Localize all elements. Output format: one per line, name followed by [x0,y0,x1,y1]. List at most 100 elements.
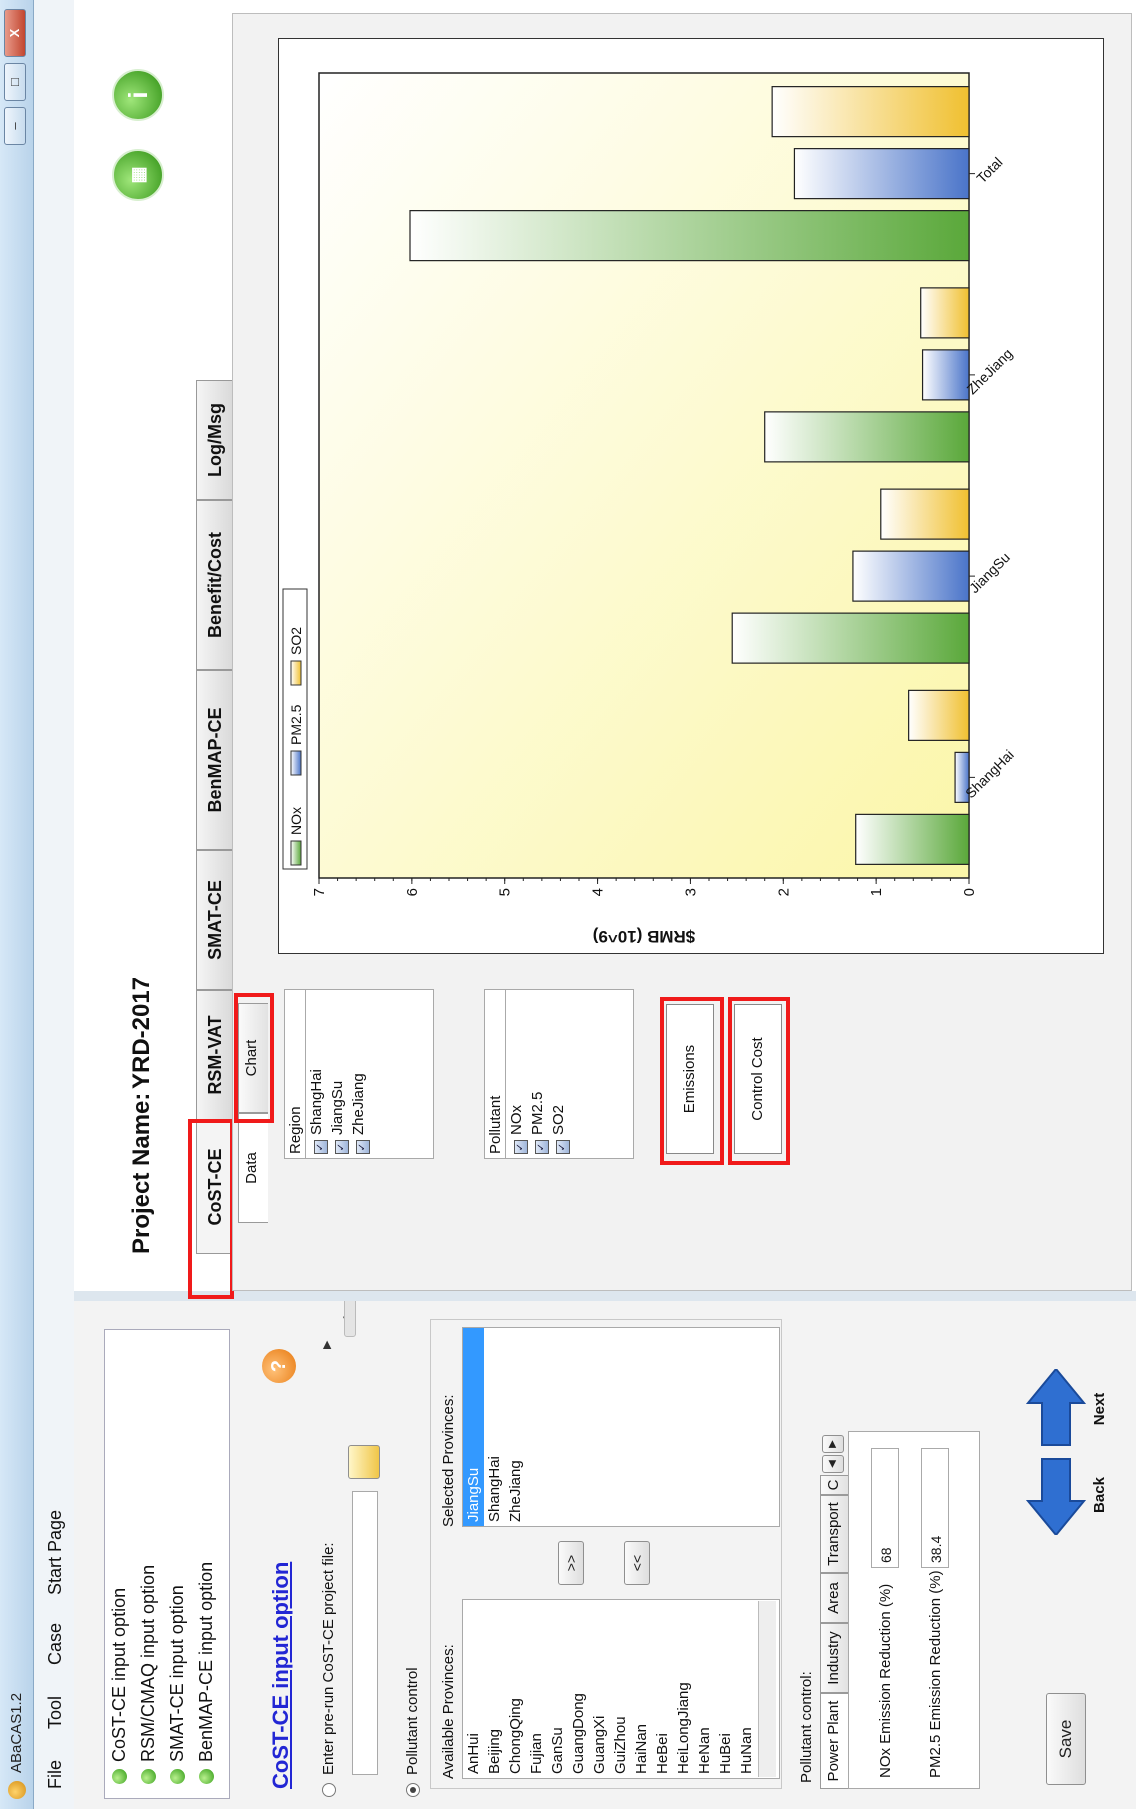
menu-file[interactable]: File [45,1760,66,1789]
next-button[interactable]: Next [1025,1367,1116,1449]
minimize-button[interactable]: – [4,107,26,145]
selected-province-item[interactable]: JiangSu [463,1328,484,1526]
available-province-item[interactable]: Fujian [526,1600,547,1778]
available-province-item[interactable]: GuangDong [568,1600,589,1778]
pollutant-control-radio[interactable] [406,1783,420,1797]
help-icon[interactable]: ? [262,1349,296,1383]
region-item-zhejiang[interactable]: ✓ ZheJiang [348,990,370,1158]
region-label: ZheJiang [350,1073,367,1135]
y-tick-label: 2 [775,888,792,896]
title-bar: ABaCAS1.2 – □ X [0,0,34,1809]
tab-scroll-right-icon[interactable]: ▶ [822,1435,844,1453]
x-tick-label: ZheJiang [963,345,1015,397]
tab-benefit-cost[interactable]: Benefit/Cost [196,500,232,670]
prerun-radio[interactable] [322,1783,336,1797]
tree-item-rsm-cmaq[interactable]: RSM/CMAQ input option [138,1565,159,1784]
next-label: Next [1091,1392,1108,1426]
bar-nox-zhejiang [764,411,970,463]
y-axis-label: $RMB (10^9) [593,927,696,946]
tab-rsm-vat[interactable]: RSM-VAT [196,990,232,1120]
bar-nox-jiangsu [731,612,970,664]
y-tick-label: 7 [311,888,328,896]
checkbox-icon[interactable]: ✓ [535,1140,549,1154]
book-icon[interactable]: ▦ [112,149,164,201]
checkbox-icon[interactable]: ✓ [356,1140,370,1154]
checkbox-icon[interactable]: ✓ [514,1140,528,1154]
section-title[interactable]: CoST-CE input option [268,1562,294,1789]
close-button[interactable]: X [4,9,26,57]
checkbox-icon[interactable]: ✓ [335,1140,349,1154]
checkbox-icon[interactable]: ✓ [314,1140,328,1154]
available-province-item[interactable]: AnHui [463,1600,484,1778]
selected-province-item[interactable]: ZheJiang [505,1328,526,1526]
bar-nox-total [409,210,970,262]
available-province-item[interactable]: GuiZhou [610,1600,631,1778]
available-province-item[interactable]: HaiNan [631,1600,652,1778]
selected-list[interactable]: JiangSu ShangHai ZheJiang [462,1327,780,1527]
pollutant-item-nox[interactable]: ✓ NOx [506,990,528,1158]
menu-case[interactable]: Case [45,1623,66,1665]
add-province-button[interactable]: >> [558,1541,584,1585]
back-button[interactable]: Back [1025,1455,1116,1537]
menu-tool[interactable]: Tool [45,1696,66,1729]
tab-area[interactable]: Area [820,1573,848,1623]
chart-panel: 0 1 2 3 4 5 6 7 $RMB (10^9) ShangHai JiangSu ZheJia… [278,38,1104,954]
available-province-item[interactable]: HeNan [694,1600,715,1778]
tab-benmap-ce[interactable]: BenMAP-CE [196,670,232,850]
info-icon[interactable]: i [112,69,164,121]
y-tick-label: 1 [868,888,885,896]
tree-item-cost-ce[interactable]: CoST-CE input option [109,1588,130,1784]
available-hscrollbar[interactable] [758,1601,776,1777]
tab-label: BenMAP-CE [205,707,225,813]
nox-reduction-input[interactable]: 68 [871,1448,899,1568]
available-province-item[interactable]: Beijing [484,1600,505,1778]
status-icon [112,1769,127,1784]
y-tick-label: 3 [682,888,699,896]
window-title: ABaCAS1.2 [8,1692,25,1773]
legend-label: NOx [288,807,304,835]
checkbox-icon[interactable]: ✓ [556,1140,570,1154]
available-province-item[interactable]: GuangXi [589,1600,610,1778]
region-item-jiangsu[interactable]: ✓ JiangSu [327,990,349,1158]
tab-scroll-left-icon[interactable]: ◀ [822,1455,844,1473]
tab-smat-ce[interactable]: SMAT-CE [196,850,232,990]
status-icon [141,1769,156,1784]
folder-icon[interactable] [348,1445,380,1479]
pollutant-control-label: Pollutant control [404,1667,421,1775]
available-province-item[interactable]: ChongQing [505,1600,526,1778]
tab-log-msg[interactable]: Log/Msg [196,380,232,500]
available-province-item[interactable]: GanSu [547,1600,568,1778]
scroll-right-arrow-icon[interactable]: ▶ [320,1335,334,1349]
subtab-data[interactable]: Data [238,1113,268,1223]
pm25-reduction-input[interactable]: 38.4 [921,1448,949,1568]
prerun-file-input[interactable] [352,1491,378,1775]
pollutant-item-pm25[interactable]: ✓ PM2.5 [527,990,549,1158]
region-item-shanghai[interactable]: ✓ ShangHai [306,990,328,1158]
tab-power-plant[interactable]: Power Plant [820,1693,848,1789]
bar-nox-shanghai [855,813,970,865]
pollutant-item-so2[interactable]: ✓ SO2 [548,990,570,1158]
save-button[interactable]: Save [1046,1693,1086,1785]
available-list[interactable]: AnHui Beijing ChongQing Fujian GanSu GuangDon… [462,1599,780,1779]
tab-transport[interactable]: Transport [820,1495,848,1573]
menu-start-page[interactable]: Start Page [45,1510,66,1595]
remove-province-button[interactable]: << [624,1541,650,1585]
tab-industry[interactable]: Industry [820,1623,848,1693]
available-province-item[interactable]: HeiLongJiang [673,1600,694,1778]
pm25-reduction-label: PM2.5 Emission Reduction (%) [927,1570,944,1778]
selected-province-item[interactable]: ShangHai [484,1328,505,1526]
project-label: Project Name: [128,1092,155,1254]
maximize-button[interactable]: □ [4,63,26,101]
tab-more[interactable]: C [820,1475,848,1495]
available-province-item[interactable]: HuBei [715,1600,736,1778]
available-province-item[interactable]: HuNan [736,1600,757,1778]
tree-item-smat-ce[interactable]: SMAT-CE input option [167,1585,188,1784]
tab-label: SMAT-CE [205,880,225,960]
pollutant-label: NOx [508,1105,525,1135]
status-icon [199,1769,214,1784]
tree-item-label: BenMAP-CE input option [196,1561,216,1762]
pollutant-control-heading: Pollutant control: [798,1671,815,1783]
tree-item-benmap-ce[interactable]: BenMAP-CE input option [196,1562,217,1784]
available-label: Available Provinces: [440,1644,457,1779]
available-province-item[interactable]: HeBei [652,1600,673,1778]
